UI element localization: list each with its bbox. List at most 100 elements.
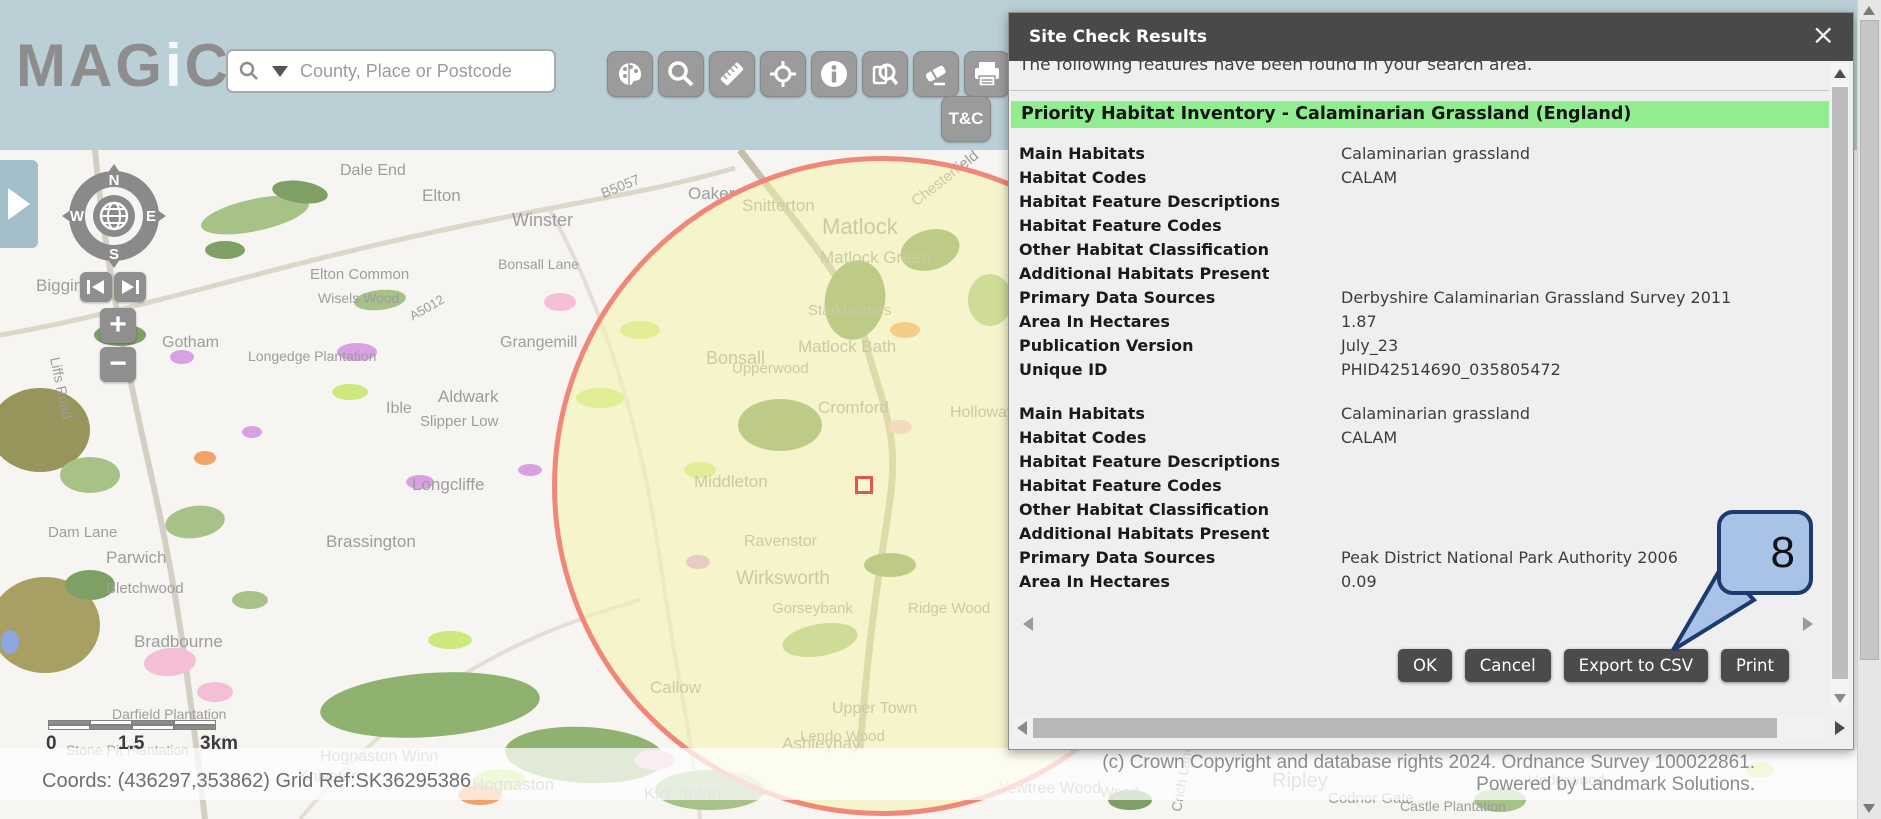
- zoom-out-button[interactable]: −: [100, 347, 136, 382]
- zoom-in-button[interactable]: +: [100, 308, 136, 343]
- expand-arrow-icon: [8, 188, 30, 220]
- copyright-line1: (c) Crown Copyright and database rights …: [1102, 752, 1755, 773]
- record: Main Habitats Calaminarian grassland Habit…: [1019, 142, 1829, 382]
- results-content[interactable]: The following features have been found i…: [1009, 61, 1829, 613]
- field-label: Habitat Feature Codes: [1019, 476, 1222, 495]
- target-icon: [770, 61, 796, 87]
- page-scrollbar[interactable]: [1857, 0, 1881, 819]
- results-scroll-left-icon[interactable]: [1023, 617, 1033, 631]
- locate-button[interactable]: [760, 51, 806, 97]
- zoom-search-button[interactable]: [658, 51, 704, 97]
- document-magnifier-icon: [872, 63, 899, 86]
- copyright-line2: Powered by Landmark Solutions.: [1476, 774, 1755, 795]
- results-intro-text: The following features have been found i…: [1019, 61, 1533, 75]
- map-style-palette-button[interactable]: [607, 51, 653, 97]
- field-label: Habitat Feature Descriptions: [1019, 452, 1281, 471]
- next-extent-button[interactable]: [114, 272, 146, 302]
- scale-bar: 0 1.5 3km: [46, 720, 258, 755]
- ruler-icon: [720, 62, 744, 86]
- info-icon: [821, 61, 847, 87]
- scroll-down-icon[interactable]: [1834, 694, 1846, 703]
- terms-and-conditions-button[interactable]: T&C: [941, 96, 991, 142]
- field-label: Habitat Codes: [1019, 168, 1147, 187]
- search-icon: [239, 61, 258, 80]
- dialog-horizontal-scrollbar[interactable]: [1013, 717, 1845, 739]
- field-row: Habitat Feature Descriptions: [1019, 190, 1829, 214]
- field-row: Unique ID PHID42514690_035805472: [1019, 358, 1829, 382]
- field-row: Other Habitat Classification: [1019, 498, 1829, 522]
- field-row: Additional Habitats Present: [1019, 522, 1829, 546]
- dialog-titlebar[interactable]: Site Check Results ×: [1009, 13, 1853, 61]
- vertical-scroll-thumb[interactable]: [1832, 87, 1848, 679]
- field-label: Unique ID: [1019, 360, 1108, 379]
- eraser-icon: [925, 65, 946, 86]
- field-row: Main Habitats Calaminarian grassland: [1019, 402, 1829, 426]
- close-icon[interactable]: ×: [1812, 21, 1835, 49]
- scroll-up-icon[interactable]: [1834, 69, 1846, 78]
- page-scroll-down-icon[interactable]: [1863, 804, 1875, 813]
- cancel-button[interactable]: Cancel: [1464, 649, 1551, 682]
- field-label: Additional Habitats Present: [1019, 524, 1270, 543]
- field-value: CALAM: [1341, 168, 1398, 187]
- scale-label-start: 0: [46, 733, 57, 754]
- compass-south-label: S: [109, 246, 119, 263]
- search-type-dropdown-icon[interactable]: [272, 65, 288, 77]
- printer-icon: [975, 62, 999, 87]
- compass-west-label: W: [70, 208, 85, 225]
- horizontal-scroll-thumb[interactable]: [1033, 718, 1777, 738]
- print-map-button[interactable]: [964, 51, 1010, 97]
- ok-button[interactable]: OK: [1397, 649, 1452, 682]
- identify-features-button[interactable]: [862, 51, 908, 97]
- field-label: Other Habitat Classification: [1019, 240, 1269, 259]
- field-label: Main Habitats: [1019, 404, 1145, 423]
- page-scroll-thumb[interactable]: [1860, 20, 1879, 660]
- scale-label-end: 3km: [200, 733, 239, 754]
- field-value: Derbyshire Calaminarian Grassland Survey…: [1341, 288, 1732, 307]
- field-row: Habitat Codes CALAM: [1019, 166, 1829, 190]
- field-row: Additional Habitats Present: [1019, 262, 1829, 286]
- field-value: 1.87: [1341, 312, 1377, 331]
- measure-button[interactable]: [709, 51, 755, 97]
- compass-east-label: E: [146, 208, 156, 225]
- info-button[interactable]: [811, 51, 857, 97]
- results-scroll-right-icon[interactable]: [1803, 617, 1813, 631]
- palette-icon: [619, 61, 641, 87]
- divider: [1009, 90, 1829, 91]
- field-label: Additional Habitats Present: [1019, 264, 1270, 283]
- field-value: 0.09: [1341, 572, 1377, 591]
- field-label: Primary Data Sources: [1019, 548, 1216, 567]
- search-input[interactable]: [298, 59, 544, 83]
- page-scroll-up-icon[interactable]: [1863, 6, 1875, 15]
- dialog-vertical-scrollbar[interactable]: [1831, 63, 1849, 709]
- field-row: Other Habitat Classification: [1019, 238, 1829, 262]
- field-label: Area In Hectares: [1019, 572, 1170, 591]
- field-value: PHID42514690_035805472: [1341, 360, 1561, 379]
- next-extent-icon: [122, 280, 139, 294]
- copyright-text: (c) Crown Copyright and database rights …: [1102, 752, 1755, 796]
- scroll-left-icon[interactable]: [1017, 721, 1027, 735]
- scroll-right-icon[interactable]: [1835, 721, 1845, 735]
- field-value: Calaminarian grassland: [1341, 144, 1531, 163]
- field-label: Habitat Codes: [1019, 428, 1147, 447]
- scale-label-mid: 1.5: [118, 733, 145, 754]
- field-label: Habitat Feature Descriptions: [1019, 192, 1281, 211]
- field-label: Habitat Feature Codes: [1019, 216, 1222, 235]
- search-center-marker: [855, 476, 873, 494]
- field-value: July_23: [1341, 336, 1399, 355]
- sidebar-expand-tab[interactable]: [0, 160, 38, 248]
- previous-extent-button[interactable]: [80, 272, 112, 302]
- field-row: Habitat Feature Codes: [1019, 474, 1829, 498]
- logo-text-c: C: [184, 32, 231, 99]
- field-label: Area In Hectares: [1019, 312, 1170, 331]
- location-search-box[interactable]: [226, 49, 556, 93]
- compass-north-label: N: [109, 172, 120, 189]
- compass-control[interactable]: N S W E: [60, 164, 168, 268]
- erase-button[interactable]: [913, 51, 959, 97]
- field-label: Other Habitat Classification: [1019, 500, 1269, 519]
- field-row: Primary Data Sources Derbyshire Calaminar…: [1019, 286, 1829, 310]
- dialog-title: Site Check Results: [1029, 27, 1207, 47]
- field-row: Habitat Codes CALAM: [1019, 426, 1829, 450]
- previous-extent-icon: [87, 280, 104, 294]
- field-row: Publication Version July_23: [1019, 334, 1829, 358]
- logo-text-i: i: [164, 32, 185, 99]
